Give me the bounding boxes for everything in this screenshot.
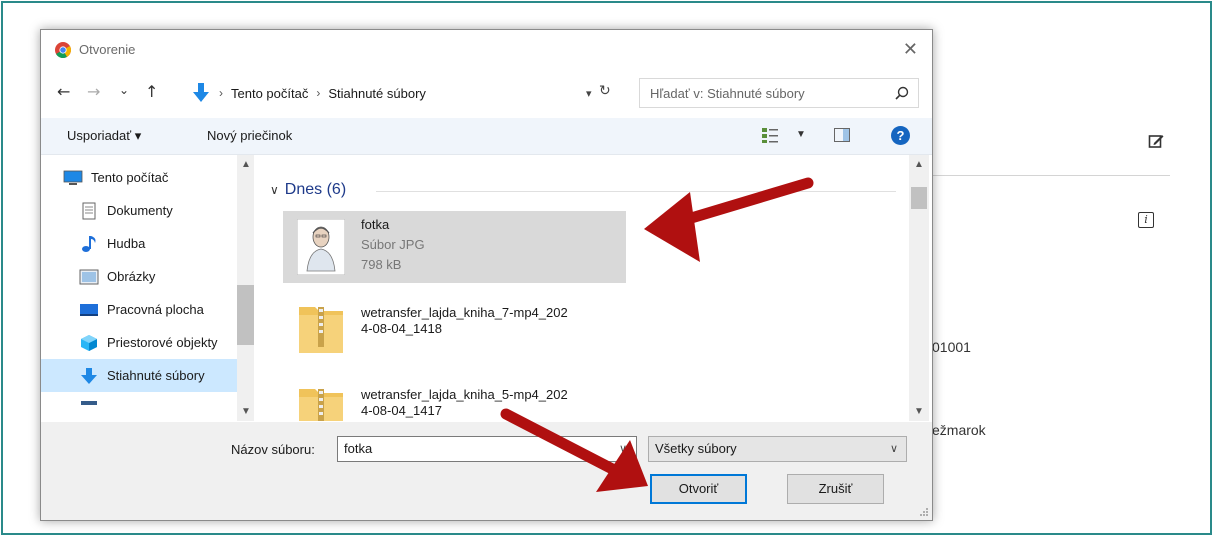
preview-pane-icon[interactable]	[834, 128, 850, 142]
sidebar-item-pictures[interactable]: Obrázky	[41, 260, 237, 293]
edit-icon[interactable]	[1148, 133, 1164, 149]
sidebar-item-this-pc[interactable]: Tento počítač	[41, 161, 237, 194]
refresh-button[interactable]: ↻	[599, 83, 611, 99]
forward-button[interactable]: →	[87, 82, 100, 101]
address-bar[interactable]: › Tento počítač › Stiahnuté súbory	[191, 79, 621, 107]
up-button[interactable]: ↑	[145, 82, 158, 101]
downloads-icon	[81, 367, 97, 384]
recent-locations-button[interactable]: ⌄	[119, 83, 129, 97]
filetype-value: Všetky súbory	[655, 441, 737, 456]
sidebar-item-music[interactable]: Hudba	[41, 227, 237, 260]
navigation-bar: ← → ⌄ ↑ › Tento počítač › Stiahnuté súbo…	[41, 76, 932, 110]
search-icon[interactable]	[894, 85, 910, 101]
breadcrumb-this-pc[interactable]: Tento počítač	[231, 86, 308, 101]
chrome-icon	[55, 42, 71, 58]
organize-menu[interactable]: Usporiadať ▾	[67, 128, 141, 144]
scroll-down-icon[interactable]: ▼	[241, 406, 251, 417]
file-name-text: wetransfer_lajda_kniha_5-mp4_202 4-08-04…	[361, 387, 568, 418]
command-toolbar: Usporiadať ▾ Nový priečinok ▼ ?	[41, 118, 932, 155]
file-name: fotka	[361, 217, 390, 232]
page-text-town: ežmarok	[932, 422, 986, 438]
page-text-postal: 01001	[932, 339, 971, 355]
help-icon[interactable]: ?	[891, 126, 910, 145]
chevron-down-icon[interactable]: ∨	[270, 183, 279, 197]
info-icon[interactable]: i	[1138, 212, 1154, 228]
close-button[interactable]: ✕	[903, 39, 918, 60]
music-icon	[82, 235, 96, 252]
file-list-scrollbar[interactable]: ▲ ▼	[909, 155, 929, 421]
sidebar-item-downloads[interactable]: Stiahnuté súbory	[41, 359, 237, 392]
dialog-footer: Názov súboru: fotka ∨ Všetky súbory ∨ Ot…	[41, 422, 932, 520]
file-name: wetransfer_lajda_kniha_5-mp4_202 4-08-04…	[361, 387, 568, 419]
pictures-icon	[79, 269, 99, 284]
sidebar-item-label: Dokumenty	[107, 203, 173, 218]
image-thumbnail	[297, 219, 345, 275]
navigation-scrollbar[interactable]: ▲ ▼	[237, 155, 254, 421]
downloads-icon	[193, 83, 209, 102]
view-dropdown-icon[interactable]: ▼	[796, 129, 806, 140]
scrollbar-thumb[interactable]	[911, 187, 927, 209]
sidebar-item-label: Obrázky	[107, 269, 156, 284]
group-header-today[interactable]: ∨ Dnes (6)	[270, 181, 346, 199]
group-label: Dnes (6)	[284, 181, 347, 198]
zip-folder-icon	[299, 389, 343, 421]
documents-icon	[82, 202, 96, 219]
zip-folder-icon	[299, 307, 343, 353]
computer-icon	[63, 170, 83, 185]
filetype-select[interactable]: Všetky súbory ∨	[648, 436, 907, 462]
sidebar-item-label: Stiahnuté súbory	[107, 368, 205, 383]
chevron-down-icon[interactable]: ∨	[890, 442, 898, 455]
filename-dropdown-icon[interactable]: ∨	[619, 442, 627, 455]
scroll-up-icon[interactable]: ▲	[914, 159, 924, 170]
cancel-button[interactable]: Zrušiť	[787, 474, 884, 504]
sidebar-item-label: Priestorové objekty	[107, 335, 218, 350]
breadcrumb-separator: ›	[316, 86, 321, 100]
sidebar-item-documents[interactable]: Dokumenty	[41, 194, 237, 227]
file-item-fotka[interactable]: fotka Súbor JPG 798 kB	[283, 211, 626, 283]
desktop-icon	[80, 303, 98, 316]
filename-value: fotka	[344, 441, 373, 456]
page-divider	[930, 175, 1170, 176]
group-divider	[376, 191, 896, 192]
sidebar-item-3d-objects[interactable]: Priestorové objekty	[41, 326, 237, 359]
file-name-text: wetransfer_lajda_kniha_7-mp4_202 4-08-04…	[361, 305, 568, 336]
sidebar-item-label: Tento počítač	[91, 170, 169, 185]
sidebar-item-partial[interactable]	[41, 392, 237, 421]
sidebar-item-desktop[interactable]: Pracovná plocha	[41, 293, 237, 326]
file-type: Súbor JPG	[361, 237, 425, 252]
filename-input[interactable]: fotka	[337, 436, 637, 462]
filename-label: Názov súboru:	[231, 442, 315, 457]
sidebar-item-label: Pracovná plocha	[107, 302, 204, 317]
change-view-icon[interactable]	[761, 126, 779, 144]
chevron-down-icon[interactable]: ▾	[586, 87, 592, 100]
resize-grip-icon[interactable]	[919, 507, 929, 517]
dialog-titlebar: Otvorenie ✕	[41, 30, 932, 70]
file-list: ∨ Dnes (6) fotka Súbor JPG 798 kB wetran…	[258, 155, 909, 421]
file-size: 798 kB	[361, 257, 402, 272]
search-placeholder: Hľadať v: Stiahnuté súbory	[650, 86, 805, 101]
open-button[interactable]: Otvoriť	[650, 474, 747, 504]
dialog-title: Otvorenie	[79, 42, 136, 57]
video-icon	[81, 400, 97, 405]
file-item-wetransfer-7[interactable]: wetransfer_lajda_kniha_7-mp4_202 4-08-04…	[283, 293, 626, 365]
new-folder-button[interactable]: Nový priečinok	[207, 128, 292, 143]
file-item-wetransfer-5[interactable]: wetransfer_lajda_kniha_5-mp4_202 4-08-04…	[283, 375, 626, 421]
sidebar-item-label: Hudba	[107, 236, 146, 251]
scroll-down-icon[interactable]: ▼	[914, 406, 924, 417]
back-button[interactable]: ←	[57, 82, 70, 101]
search-input[interactable]: Hľadať v: Stiahnuté súbory	[639, 78, 919, 108]
breadcrumb-separator: ›	[219, 86, 223, 100]
scrollbar-thumb[interactable]	[237, 285, 254, 345]
navigation-pane: Tento počítač Dokumenty Hudba Obrázky Pr…	[41, 155, 257, 421]
scroll-up-icon[interactable]: ▲	[241, 159, 251, 170]
open-file-dialog: Otvorenie ✕ ← → ⌄ ↑ › Tento počítač › St…	[40, 29, 933, 521]
breadcrumb-downloads[interactable]: Stiahnuté súbory	[328, 86, 426, 101]
3d-objects-icon	[81, 334, 97, 351]
file-name: wetransfer_lajda_kniha_7-mp4_202 4-08-04…	[361, 305, 568, 337]
